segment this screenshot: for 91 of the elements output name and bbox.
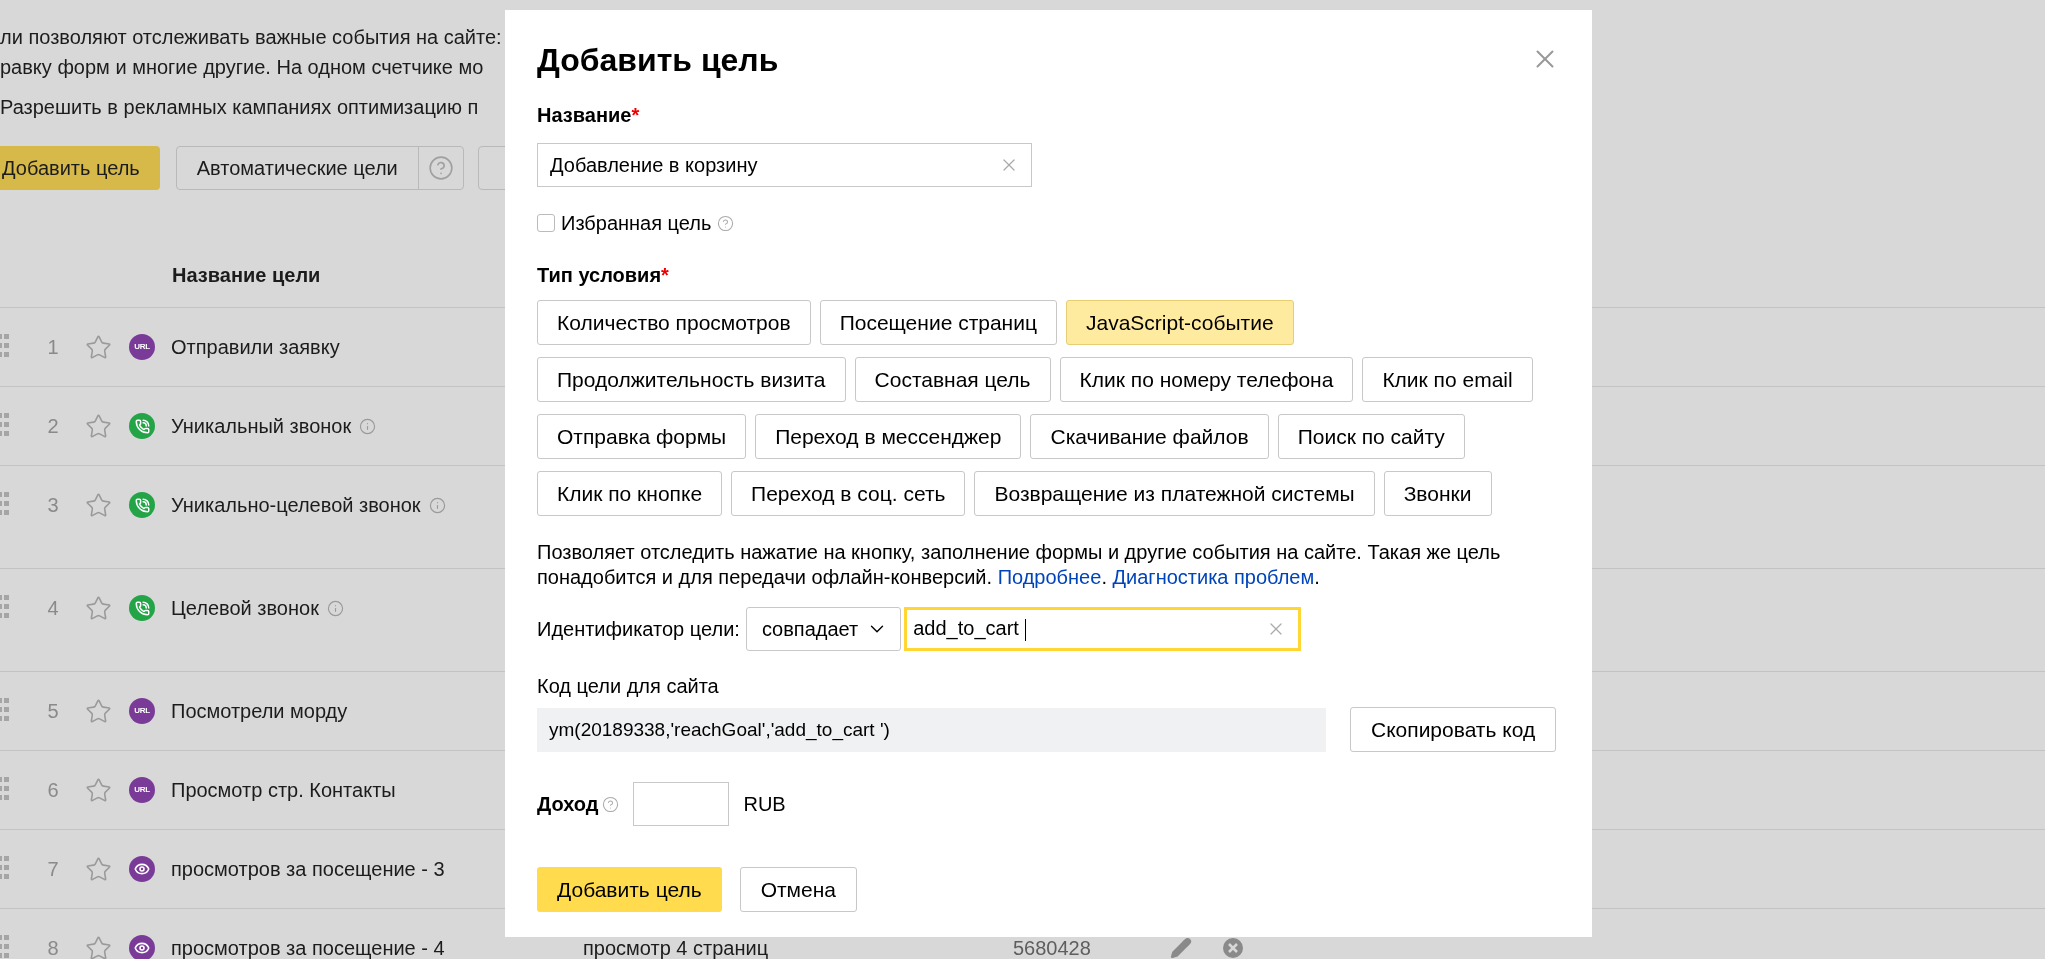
condition-type-button[interactable]: Клик по email	[1362, 357, 1533, 402]
row-number: 6	[46, 780, 60, 800]
star-icon[interactable]	[84, 594, 112, 622]
field-label: Название*	[537, 103, 640, 127]
help-icon[interactable]	[717, 214, 735, 232]
goal-name[interactable]: просмотров за посещение - 3	[171, 859, 445, 879]
row-number: 8	[46, 938, 60, 958]
drag-handle-icon[interactable]	[0, 334, 10, 360]
dialog-title: Добавить цель	[537, 41, 779, 80]
condition-type-button[interactable]: Составная цель	[854, 357, 1051, 402]
goal-id: 5680428	[1013, 938, 1092, 958]
revenue-field[interactable]	[633, 782, 730, 826]
code-label: Код цели для сайта	[537, 674, 719, 698]
help-link[interactable]: Диагностика проблем	[1112, 566, 1315, 588]
condition-type-button[interactable]: Отправка формы	[537, 414, 747, 459]
condition-type-button[interactable]: Скачивание файлов	[1030, 414, 1269, 459]
star-icon[interactable]	[84, 412, 112, 440]
star-icon[interactable]	[84, 697, 112, 725]
condition-type-button[interactable]: Переход в соц. сеть	[731, 471, 966, 516]
description-text: Позволяет отследить нажатие на кнопку, заполнение формы и другие события на сайте. Такая же цель понадобится и для передачи офлайн-конверсий. Подробнее. Диагностика проблем.	[537, 540, 1502, 590]
pencil-icon[interactable]	[1170, 937, 1192, 959]
eye-icon	[129, 935, 155, 959]
star-icon[interactable]	[84, 333, 112, 361]
revenue-label: Доход	[537, 792, 599, 816]
condition-type-button[interactable]: JavaScript-событие	[1066, 300, 1294, 345]
condition-type-button[interactable]: Продолжительность визита	[537, 357, 846, 402]
row-number: 7	[46, 859, 60, 879]
goal-condition: просмотр 4 страниц	[583, 938, 770, 958]
field-label: Тип условия*	[537, 263, 669, 287]
condition-type-button[interactable]: Возвращение из платежной системы	[974, 471, 1375, 516]
goal-name[interactable]: Целевой звонок	[171, 598, 319, 618]
info-icon[interactable]	[428, 496, 446, 514]
row-number: 2	[46, 416, 60, 436]
match-select[interactable]: совпадает	[745, 607, 902, 651]
identifier-label: Идентификатор цели:	[537, 617, 740, 641]
goal-name[interactable]: Просмотр стр. Контакты	[171, 780, 396, 800]
condition-type-button[interactable]: Звонки	[1383, 471, 1492, 516]
row-number: 3	[46, 495, 60, 515]
url-badge-icon: URL	[129, 334, 155, 360]
currency-label: RUB	[743, 792, 786, 816]
star-icon[interactable]	[84, 491, 112, 519]
condition-type-button[interactable]: Количество просмотров	[537, 300, 811, 345]
delete-icon[interactable]	[1222, 937, 1244, 959]
auto-goals-button[interactable]: Автоматические цели	[176, 147, 419, 189]
checkbox[interactable]	[537, 214, 555, 232]
row-number: 1	[46, 337, 60, 357]
info-icon[interactable]	[326, 599, 344, 617]
drag-handle-icon[interactable]	[0, 595, 10, 621]
checkbox-label: Избранная цель	[561, 211, 712, 235]
help-icon[interactable]	[602, 795, 620, 813]
goal-name[interactable]: Уникальный звонок	[171, 416, 352, 436]
drag-handle-icon[interactable]	[0, 777, 10, 803]
add-goal-button[interactable]: Добавить цель	[0, 146, 160, 190]
phone-icon	[129, 595, 155, 621]
drag-handle-icon[interactable]	[0, 935, 10, 959]
drag-handle-icon[interactable]	[0, 698, 10, 724]
identifier-field[interactable]: add_to_cart	[904, 607, 1302, 651]
url-badge-icon: URL	[129, 777, 155, 803]
goal-name[interactable]: просмотров за посещение - 4	[171, 938, 445, 958]
condition-type-button[interactable]: Посещение страниц	[819, 300, 1057, 345]
drag-handle-icon[interactable]	[0, 492, 10, 518]
phone-icon	[129, 413, 155, 439]
intro-text: равку форм и многие другие. На одном счетчике мо	[0, 55, 484, 80]
goal-name[interactable]: Уникально-целевой звонок	[171, 495, 421, 515]
star-icon[interactable]	[84, 934, 112, 959]
drag-handle-icon[interactable]	[0, 856, 10, 882]
row-number: 4	[46, 598, 60, 618]
phone-icon	[129, 492, 155, 518]
goal-name[interactable]: Отправили заявку	[171, 337, 340, 357]
condition-type-button[interactable]: Клик по кнопке	[537, 471, 723, 516]
help-icon	[427, 155, 454, 181]
cancel-button[interactable]: Отмена	[739, 867, 857, 912]
intro-text: ли позволяют отслеживать важные события на сайте:	[0, 25, 502, 50]
copy-code-button[interactable]: Скопировать код	[1350, 707, 1557, 752]
info-icon[interactable]	[359, 417, 377, 435]
condition-type-button[interactable]: Переход в мессенджер	[755, 414, 1022, 459]
code-snippet: ym(20189338,'reachGoal','add_to_cart ')	[537, 707, 1326, 752]
add-goal-button[interactable]: Добавить цель	[537, 867, 722, 912]
goal-name[interactable]: Посмотрели морду	[171, 701, 348, 721]
eye-icon	[129, 856, 155, 882]
star-icon[interactable]	[84, 776, 112, 804]
option-label: Разрешить в рекламных кампаниях оптимизацию п	[0, 95, 479, 120]
condition-type-button[interactable]: Поиск по сайту	[1277, 414, 1465, 459]
row-number: 5	[46, 701, 60, 721]
name-field[interactable]: Добавление в корзину	[537, 143, 1032, 187]
help-link[interactable]: Подробнее	[997, 566, 1102, 588]
condition-type-button[interactable]: Клик по номеру телефона	[1059, 357, 1354, 402]
url-badge-icon: URL	[129, 698, 155, 724]
drag-handle-icon[interactable]	[0, 413, 10, 439]
star-icon[interactable]	[84, 855, 112, 883]
column-header: Название цели	[172, 263, 321, 288]
